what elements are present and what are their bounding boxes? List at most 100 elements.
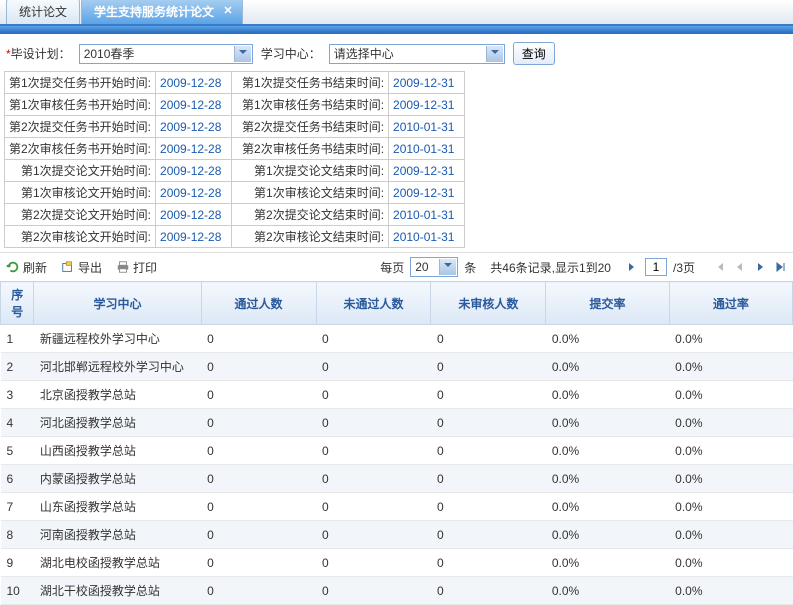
cell-center: 湖北干校函授教学总站 (34, 577, 201, 605)
cell-pass-rate: 0.0% (669, 437, 792, 465)
table-row[interactable]: 7山东函授教学总站0000.0%0.0% (1, 493, 793, 521)
cell-pass: 0 (201, 409, 316, 437)
table-row[interactable]: 8河南函授教学总站0000.0%0.0% (1, 521, 793, 549)
time-row: 第1次审核任务书开始时间:2009-12-28第1次审核任务书结束时间:2009… (5, 94, 465, 116)
toolbar: 刷新 导出 打印 每页 20 条 共46条记录,显示1到20 /3页 (0, 252, 793, 281)
time-row: 第2次提交论文开始时间:2009-12-28第2次提交论文结束时间:2010-0… (5, 204, 465, 226)
cell-pass: 0 (201, 353, 316, 381)
plan-select[interactable]: 2010春季 (79, 44, 253, 64)
time-value: 2009-12-31 (389, 160, 465, 182)
cell-pass: 0 (201, 577, 316, 605)
chevron-down-icon (491, 50, 499, 58)
col-pass-rate[interactable]: 通过率 (669, 282, 792, 325)
export-button[interactable]: 导出 (61, 259, 102, 276)
cell-seq: 2 (1, 353, 34, 381)
time-value: 2009-12-31 (389, 182, 465, 204)
table-row[interactable]: 6内蒙函授教学总站0000.0%0.0% (1, 465, 793, 493)
cell-seq: 1 (1, 325, 34, 353)
cell-fail: 0 (316, 577, 431, 605)
cell-submit-rate: 0.0% (546, 353, 669, 381)
center-label: 学习中心： (261, 45, 321, 62)
refresh-button[interactable]: 刷新 (6, 259, 47, 276)
cell-seq: 3 (1, 381, 34, 409)
table-row[interactable]: 9湖北电校函授教学总站0000.0%0.0% (1, 549, 793, 577)
cell-fail: 0 (316, 437, 431, 465)
cell-center: 内蒙函授教学总站 (34, 465, 201, 493)
cell-seq: 8 (1, 521, 34, 549)
time-label: 第1次提交任务书结束时间: (232, 72, 389, 94)
cell-unrev: 0 (431, 465, 546, 493)
center-select[interactable]: 请选择中心 (329, 44, 505, 64)
table-header-row: 序号 学习中心 通过人数 未通过人数 未审核人数 提交率 通过率 (1, 282, 793, 325)
cell-pass: 0 (201, 521, 316, 549)
cell-fail: 0 (316, 409, 431, 437)
time-value: 2009-12-28 (156, 116, 232, 138)
table-row[interactable]: 1新疆远程校外学习中心0000.0%0.0% (1, 325, 793, 353)
pager-last-icon[interactable] (773, 262, 787, 272)
pager-first-icon[interactable] (713, 262, 727, 272)
time-label: 第1次审核论文结束时间: (232, 182, 389, 204)
col-seq[interactable]: 序号 (1, 282, 34, 325)
per-page-select[interactable]: 20 (410, 257, 458, 277)
tab-bar: 统计论文 学生支持服务统计论文 ✕ (0, 0, 793, 26)
cell-fail: 0 (316, 493, 431, 521)
close-icon[interactable]: ✕ (222, 4, 234, 16)
time-value: 2010-01-31 (389, 138, 465, 160)
print-label: 打印 (133, 259, 157, 276)
cell-center: 河北函授教学总站 (34, 409, 201, 437)
chevron-down-icon (239, 50, 247, 58)
cell-submit-rate: 0.0% (546, 437, 669, 465)
time-value: 2009-12-28 (156, 94, 232, 116)
goto-arrow-icon[interactable] (625, 262, 639, 272)
time-label: 第2次审核任务书开始时间: (5, 138, 156, 160)
cell-fail: 0 (316, 381, 431, 409)
chevron-down-icon (444, 263, 452, 271)
time-row: 第2次审核任务书开始时间:2009-12-28第2次审核任务书结束时间:2010… (5, 138, 465, 160)
time-label: 第1次审核任务书开始时间: (5, 94, 156, 116)
tab-label: 学生支持服务统计论文 (94, 5, 214, 19)
table-row[interactable]: 5山西函授教学总站0000.0%0.0% (1, 437, 793, 465)
time-label: 第1次审核任务书结束时间: (232, 94, 389, 116)
table-row[interactable]: 10湖北干校函授教学总站0000.0%0.0% (1, 577, 793, 605)
record-info: 共46条记录,显示1到20 (490, 259, 611, 276)
print-button[interactable]: 打印 (116, 259, 157, 276)
table-row[interactable]: 4河北函授教学总站0000.0%0.0% (1, 409, 793, 437)
col-fail[interactable]: 未通过人数 (316, 282, 431, 325)
cell-center: 山西函授教学总站 (34, 437, 201, 465)
col-center[interactable]: 学习中心 (34, 282, 201, 325)
time-label: 第2次提交任务书开始时间: (5, 116, 156, 138)
col-submit-rate[interactable]: 提交率 (546, 282, 669, 325)
export-icon (61, 260, 75, 274)
col-pass[interactable]: 通过人数 (201, 282, 316, 325)
goto-input[interactable] (645, 258, 667, 276)
cell-unrev: 0 (431, 325, 546, 353)
cell-pass: 0 (201, 465, 316, 493)
refresh-icon (6, 260, 20, 274)
cell-fail: 0 (316, 521, 431, 549)
cell-pass-rate: 0.0% (669, 549, 792, 577)
center-placeholder: 请选择中心 (334, 45, 394, 62)
pager-next-icon[interactable] (753, 262, 767, 272)
time-row: 第1次提交任务书开始时间:2009-12-28第1次提交任务书结束时间:2009… (5, 72, 465, 94)
print-icon (116, 260, 130, 274)
cell-center: 山东函授教学总站 (34, 493, 201, 521)
cell-center: 北京函授教学总站 (34, 381, 201, 409)
query-button[interactable]: 查询 (513, 42, 555, 65)
page-total: /3页 (673, 259, 695, 276)
tab-stats[interactable]: 统计论文 (6, 0, 80, 24)
tab-student-support[interactable]: 学生支持服务统计论文 ✕ (81, 0, 243, 24)
time-row: 第2次提交任务书开始时间:2009-12-28第2次提交任务书结束时间:2010… (5, 116, 465, 138)
cell-pass: 0 (201, 437, 316, 465)
table-row[interactable]: 2河北邯郸远程校外学习中心0000.0%0.0% (1, 353, 793, 381)
cell-pass: 0 (201, 381, 316, 409)
cell-pass-rate: 0.0% (669, 521, 792, 549)
cell-submit-rate: 0.0% (546, 577, 669, 605)
time-row: 第1次审核论文开始时间:2009-12-28第1次审核论文结束时间:2009-1… (5, 182, 465, 204)
per-page-label: 每页 (380, 259, 404, 276)
table-row[interactable]: 3北京函授教学总站0000.0%0.0% (1, 381, 793, 409)
cell-unrev: 0 (431, 437, 546, 465)
pager-prev-icon[interactable] (733, 262, 747, 272)
filter-row: *毕设计划： 2010春季 学习中心： 请选择中心 查询 (0, 34, 793, 71)
cell-unrev: 0 (431, 493, 546, 521)
col-unrev[interactable]: 未审核人数 (431, 282, 546, 325)
